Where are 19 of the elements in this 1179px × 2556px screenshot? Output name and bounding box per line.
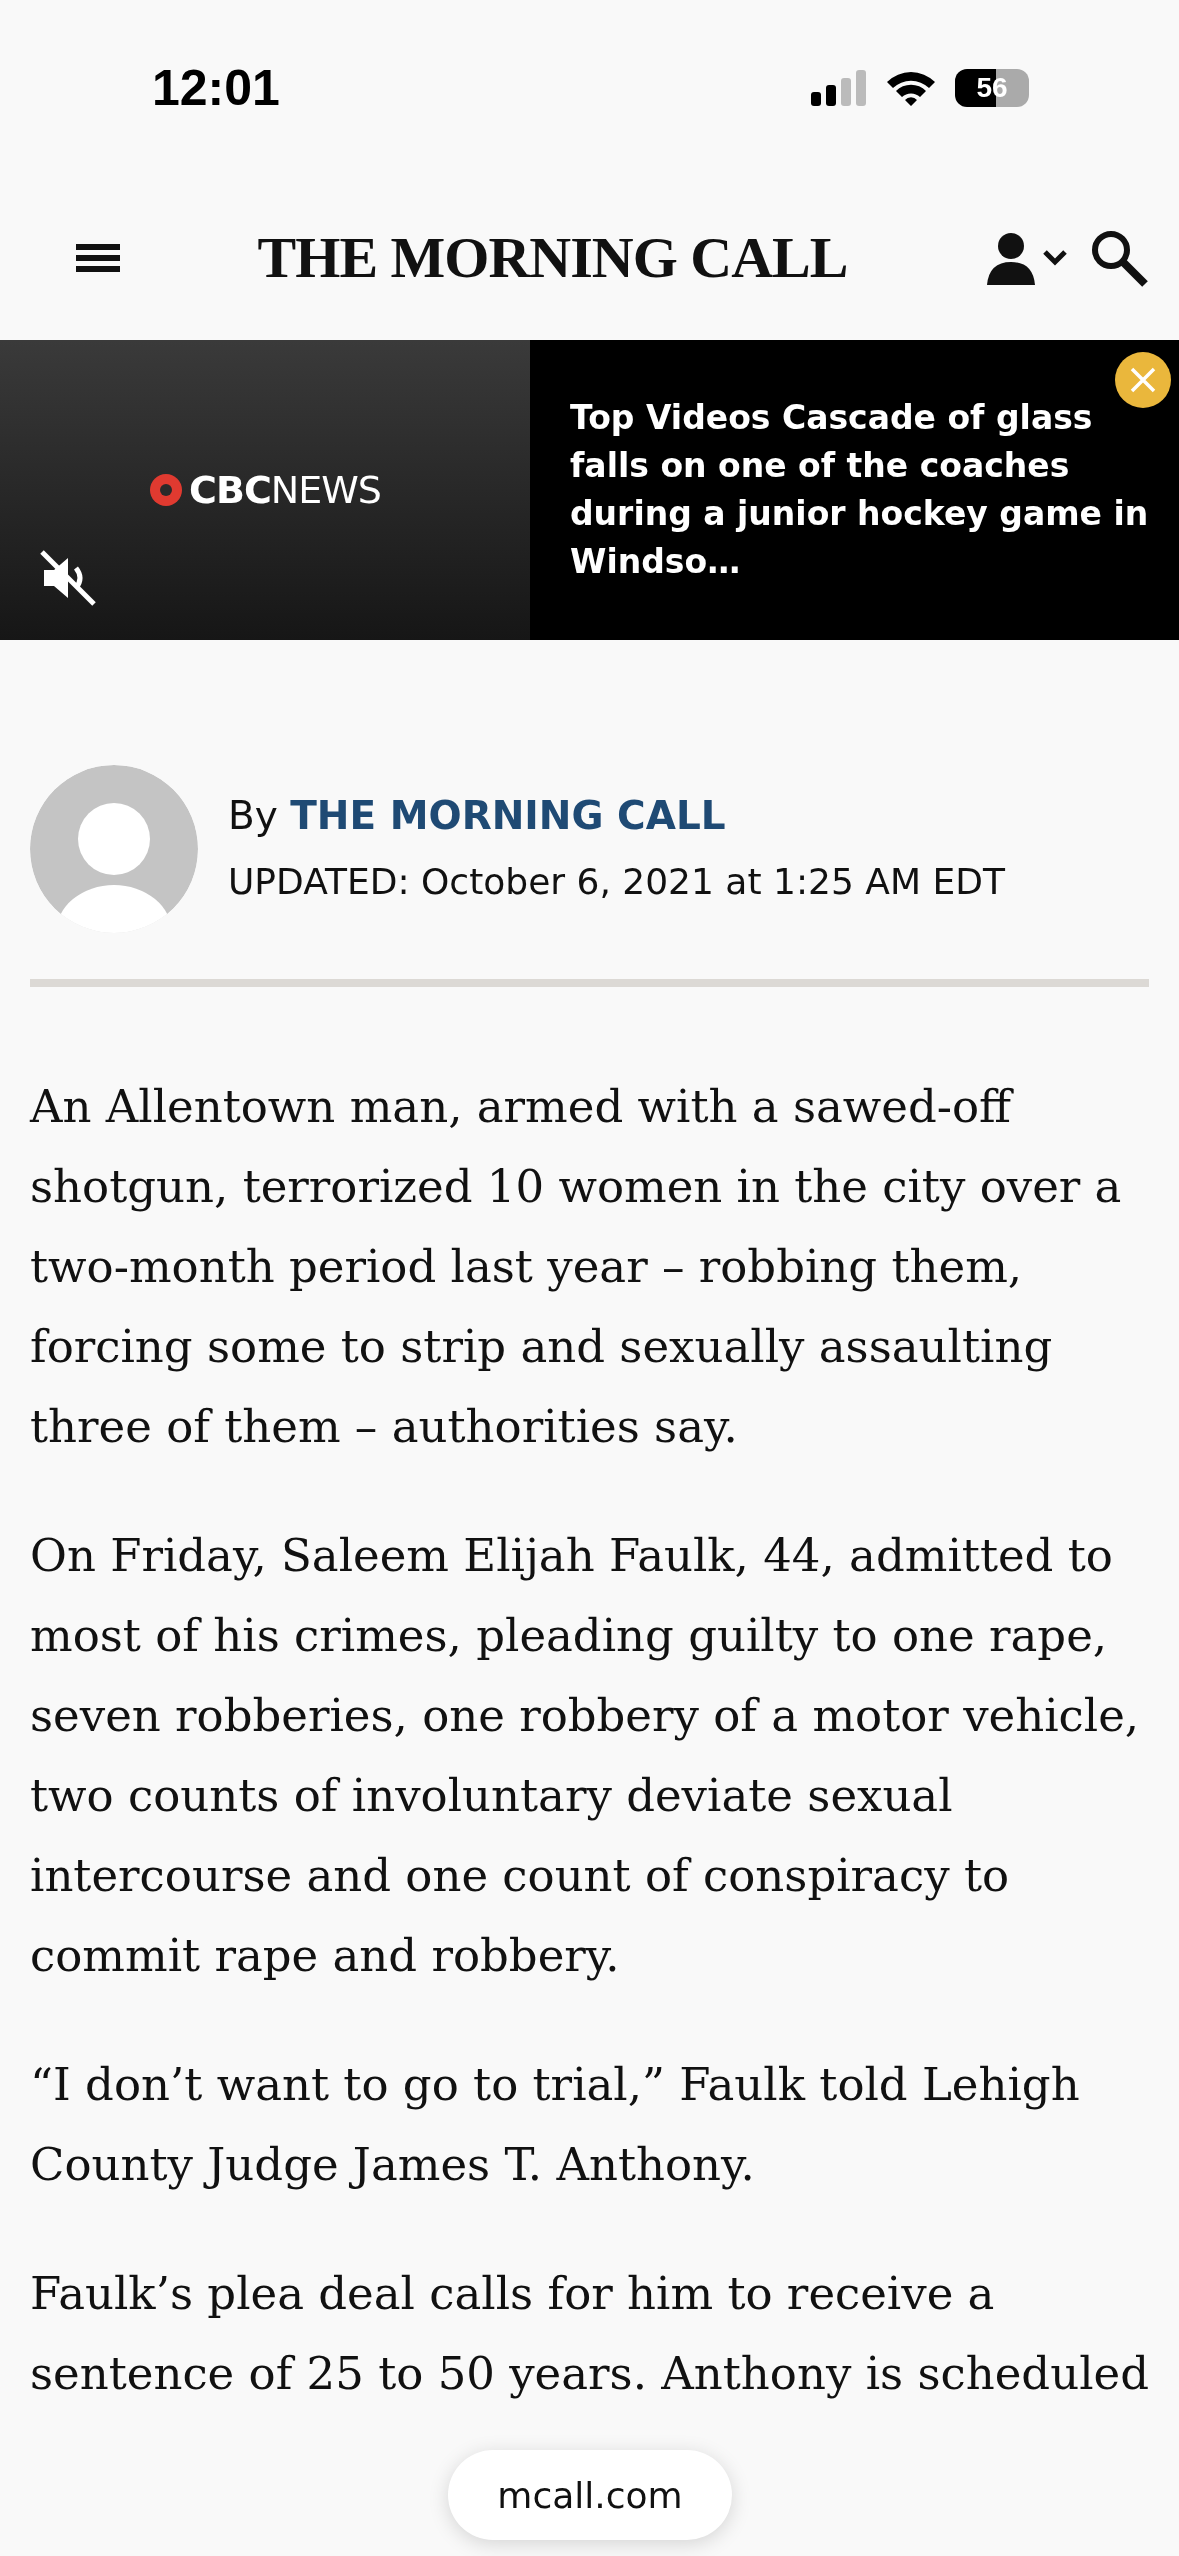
video-caption[interactable]: Top Videos Cascade of glass falls on one of the coaches during a junior hockey game in Windso… — [570, 394, 1149, 586]
brand-wordmark: CBCNEWS — [189, 468, 381, 512]
article-paragraph: “I don’t want to go to trial,” Faulk told Lehigh County Judge James T. Anthony. — [30, 2057, 1081, 2193]
video-player[interactable]: CBCNEWS — [0, 340, 530, 640]
avatar-icon — [30, 765, 198, 933]
article-paragraph: Faulk’s plea deal calls for him to receive a sentence of 25 to 50 years. Anthony is scheduled — [30, 2266, 1149, 2402]
article-paragraph: An Allentown man, armed with a sawed-off shotgun, terrorized 10 women in the city over a two-month period last year – robbing them, forcing some to strip and sexually assaulting three of them – authorities say. — [30, 1079, 1123, 1455]
byline-prefix: By — [228, 793, 278, 838]
menu-icon[interactable] — [76, 241, 120, 274]
gem-icon — [149, 473, 184, 507]
article-paragraph: On Friday, Saleem Elijah Faulk, 44, admitted to most of his crimes, pleading guilty to one rape, seven robberies, one robbery of a motor vehicle, two counts of involuntary deviate sexual intercourse and one count of conspiracy to commit rape and robbery. — [30, 1528, 1141, 1984]
updated-date: UPDATED: October 6, 2021 at 1:25 AM EDT — [228, 860, 1005, 904]
address-bar[interactable]: mcall.com — [448, 2450, 732, 2540]
author-link[interactable]: THE MORNING CALL — [290, 793, 726, 838]
close-button[interactable] — [1115, 352, 1171, 408]
signal-icon — [811, 69, 867, 106]
status-time: 12:01 — [152, 58, 280, 117]
mute-icon[interactable] — [38, 548, 98, 608]
site-logo[interactable]: THE MORNING CALL — [120, 224, 985, 291]
